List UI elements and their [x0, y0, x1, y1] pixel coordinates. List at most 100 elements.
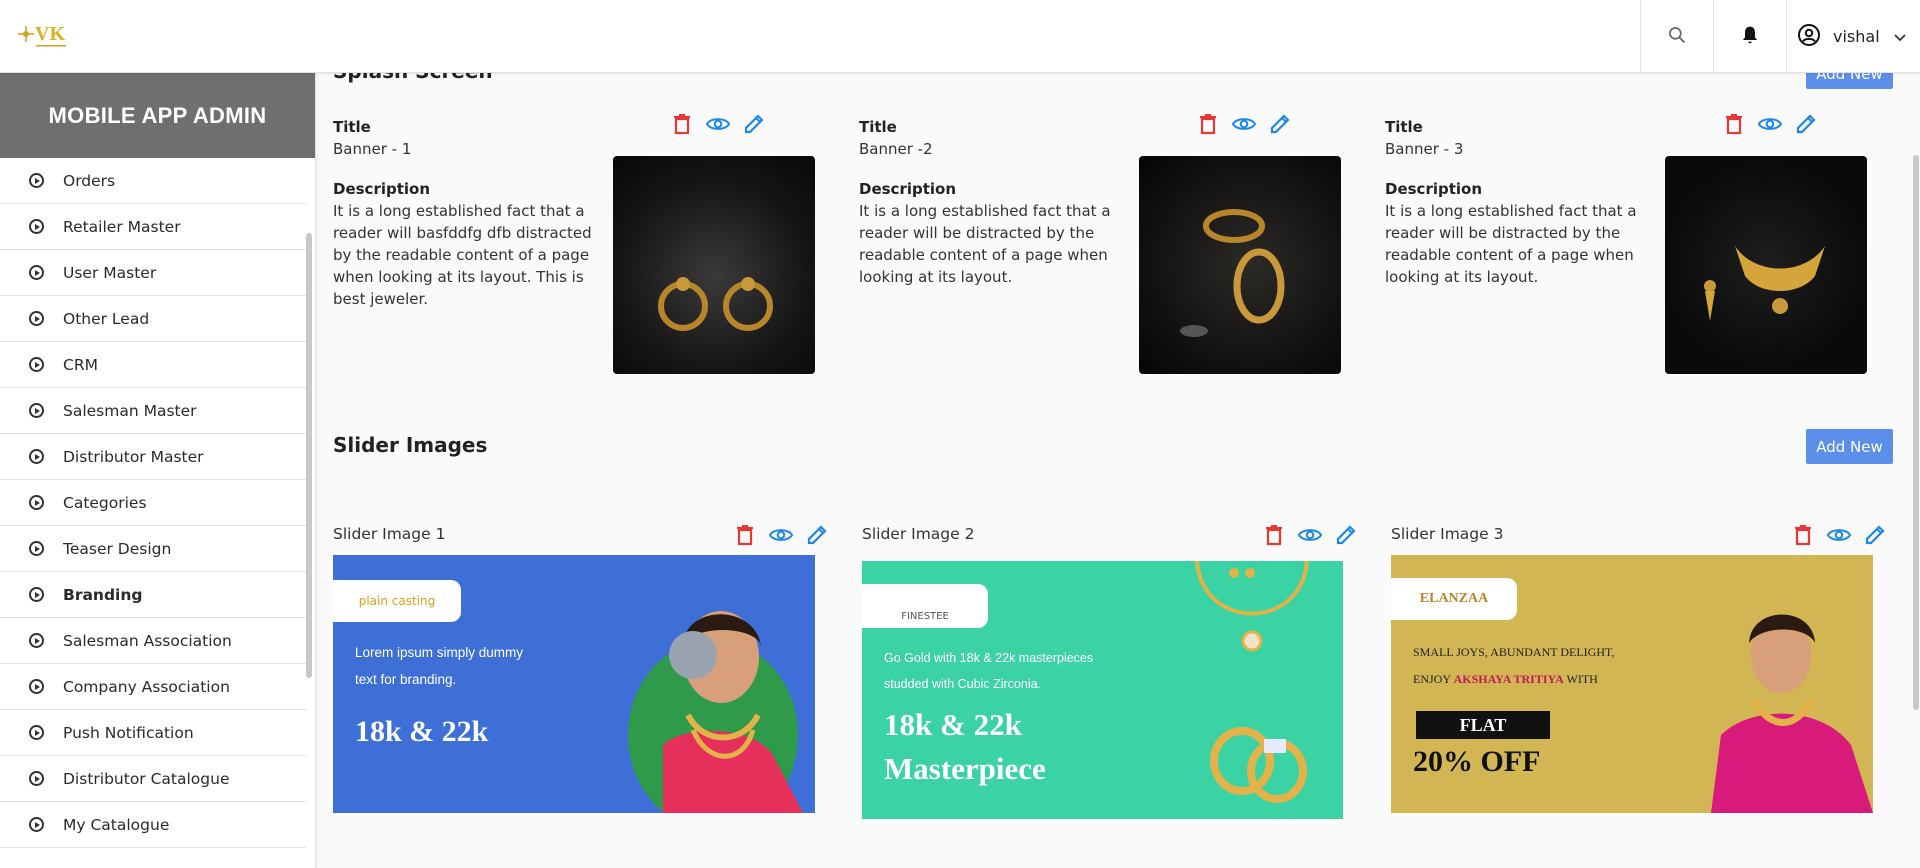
delete-icon[interactable]: [733, 523, 757, 547]
sidebar-item-crm[interactable]: CRM: [0, 342, 306, 388]
sidebar-item-other-lead[interactable]: Other Lead: [0, 296, 306, 342]
sidebar-item-company-association[interactable]: Company Association: [0, 664, 306, 710]
offer-text: 20% OFF: [1413, 745, 1541, 778]
play-circle-icon: [29, 403, 44, 418]
sidebar-item-label: Other Lead: [63, 309, 150, 328]
slider-card-2: Slider Image 2 FINESTEE Go Gold with 18k…: [862, 525, 1362, 825]
view-icon[interactable]: [706, 112, 730, 136]
slider-card-3: Slider Image 3 ELANZAA SMALL JOYS, ABUND…: [1391, 525, 1891, 825]
sidebar-item-push-notification[interactable]: Push Notification: [0, 710, 306, 756]
sidebar-item-retailer-master[interactable]: Retailer Master: [0, 204, 306, 250]
sidebar-item-label: Salesman Association: [63, 631, 232, 650]
user-menu[interactable]: vishal: [1786, 0, 1920, 73]
account-icon: [1797, 23, 1821, 51]
sidebar-item-salesman-association[interactable]: Salesman Association: [0, 618, 306, 664]
banner-title: Banner - 3: [1385, 140, 1464, 158]
model-illustration: [1711, 614, 1873, 813]
slider-section-title: Slider Images: [333, 433, 488, 457]
edit-icon[interactable]: [1863, 523, 1887, 547]
slider-add-new-button[interactable]: Add New: [1806, 429, 1893, 464]
slider-title: Slider Image 2: [862, 525, 975, 543]
banner-image[interactable]: [1665, 156, 1867, 374]
view-icon[interactable]: [1758, 112, 1782, 136]
notifications-button[interactable]: [1713, 0, 1786, 73]
search-button[interactable]: [1640, 0, 1713, 73]
play-circle-icon: [29, 541, 44, 556]
edit-icon[interactable]: [805, 523, 829, 547]
play-circle-icon: [29, 449, 44, 464]
edit-icon[interactable]: [1794, 112, 1818, 136]
sidebar-item-orders[interactable]: Orders: [0, 158, 306, 204]
play-circle-icon: [29, 357, 44, 372]
banner-description: It is a long established fact that a rea…: [1385, 202, 1637, 286]
sidebar-item-label: Branding: [63, 585, 143, 604]
edit-icon[interactable]: [742, 112, 766, 136]
view-icon[interactable]: [769, 523, 793, 547]
edit-icon[interactable]: [1334, 523, 1358, 547]
sidebar-item-label: Company Association: [63, 677, 230, 696]
sidebar-item-categories[interactable]: Categories: [0, 480, 306, 526]
sidebar-item-label: CRM: [63, 355, 98, 374]
banner-title: Banner - 1: [333, 140, 412, 158]
delete-icon[interactable]: [1196, 112, 1220, 136]
bell-icon: [1740, 24, 1760, 50]
sidebar-item-branding[interactable]: Branding: [0, 572, 306, 618]
description-label: Description: [333, 180, 431, 198]
logo-text: VK: [35, 23, 65, 45]
search-icon: [1667, 25, 1687, 49]
sidebar-item-label: Orders: [63, 171, 116, 190]
play-circle-icon: [29, 725, 44, 740]
sidebar-item-label: Push Notification: [63, 723, 194, 742]
edit-icon[interactable]: [1268, 112, 1292, 136]
slider-title: Slider Image 1: [333, 525, 446, 543]
sidebar-scrollbar[interactable]: [306, 233, 312, 678]
delete-icon[interactable]: [1722, 112, 1746, 136]
sidebar-item-distributor-master[interactable]: Distributor Master: [0, 434, 306, 480]
delete-icon[interactable]: [1791, 523, 1815, 547]
banner-title: Banner -2: [859, 140, 933, 158]
user-name: vishal: [1833, 27, 1880, 46]
view-icon[interactable]: [1827, 523, 1851, 547]
slider-line-2: studded with Cubic Zirconia.: [884, 677, 1042, 691]
slider-headline: 18k & 22k: [355, 715, 489, 748]
play-circle-icon: [29, 587, 44, 602]
main-scrollbar[interactable]: [1913, 155, 1919, 710]
top-bar: VK vishal: [0, 0, 1920, 73]
view-icon[interactable]: [1232, 112, 1256, 136]
brand-badge: ELANZAA: [1391, 578, 1517, 620]
sidebar-item-salesman-master[interactable]: Salesman Master: [0, 388, 306, 434]
slider-image[interactable]: ELANZAA SMALL JOYS, ABUNDANT DELIGHT, EN…: [1391, 555, 1873, 813]
slider-line-1: Go Gold with 18k & 22k masterpieces: [884, 651, 1094, 665]
sidebar-item-label: My Catalogue: [63, 815, 170, 834]
sidebar-item-label: User Master: [63, 263, 157, 282]
play-circle-icon: [29, 679, 44, 694]
slider-image[interactable]: plain casting Lorem ipsum simply dummy t…: [333, 555, 815, 813]
play-circle-icon: [29, 173, 44, 188]
sidebar-item-user-master[interactable]: User Master: [0, 250, 306, 296]
slider-line-2: ENJOY AKSHAYA TRITIYA WITH: [1413, 672, 1598, 686]
play-circle-icon: [29, 771, 44, 786]
delete-icon[interactable]: [1262, 523, 1286, 547]
slider-line-1: Lorem ipsum simply dummy: [355, 645, 524, 660]
highlight-text: AKSHAYA TRITIYA: [1453, 672, 1564, 686]
title-label: Title: [859, 118, 897, 136]
model-illustration: [628, 611, 803, 813]
play-circle-icon: [29, 817, 44, 832]
sidebar-item-distributor-catalogue[interactable]: Distributor Catalogue: [0, 756, 306, 802]
banner-image[interactable]: [613, 156, 815, 374]
banner-image[interactable]: [1139, 156, 1341, 374]
sidebar-item-my-catalogue[interactable]: My Catalogue: [0, 802, 306, 848]
sidebar-item-label: Salesman Master: [63, 401, 197, 420]
sidebar-title: MOBILE APP ADMIN: [0, 73, 315, 158]
sidebar-item-label: Retailer Master: [63, 217, 181, 236]
delete-icon[interactable]: [670, 112, 694, 136]
sidebar-item-teaser-design[interactable]: Teaser Design: [0, 526, 306, 572]
company-logo[interactable]: VK: [18, 14, 74, 54]
play-circle-icon: [29, 633, 44, 648]
play-circle-icon: [29, 219, 44, 234]
play-circle-icon: [29, 311, 44, 326]
view-icon[interactable]: [1298, 523, 1322, 547]
main-content: Splash Screen Add New TitleBanner - 1Des…: [317, 59, 1920, 868]
slider-image[interactable]: FINESTEE Go Gold with 18k & 22k masterpi…: [862, 561, 1343, 819]
slider-title: Slider Image 3: [1391, 525, 1504, 543]
